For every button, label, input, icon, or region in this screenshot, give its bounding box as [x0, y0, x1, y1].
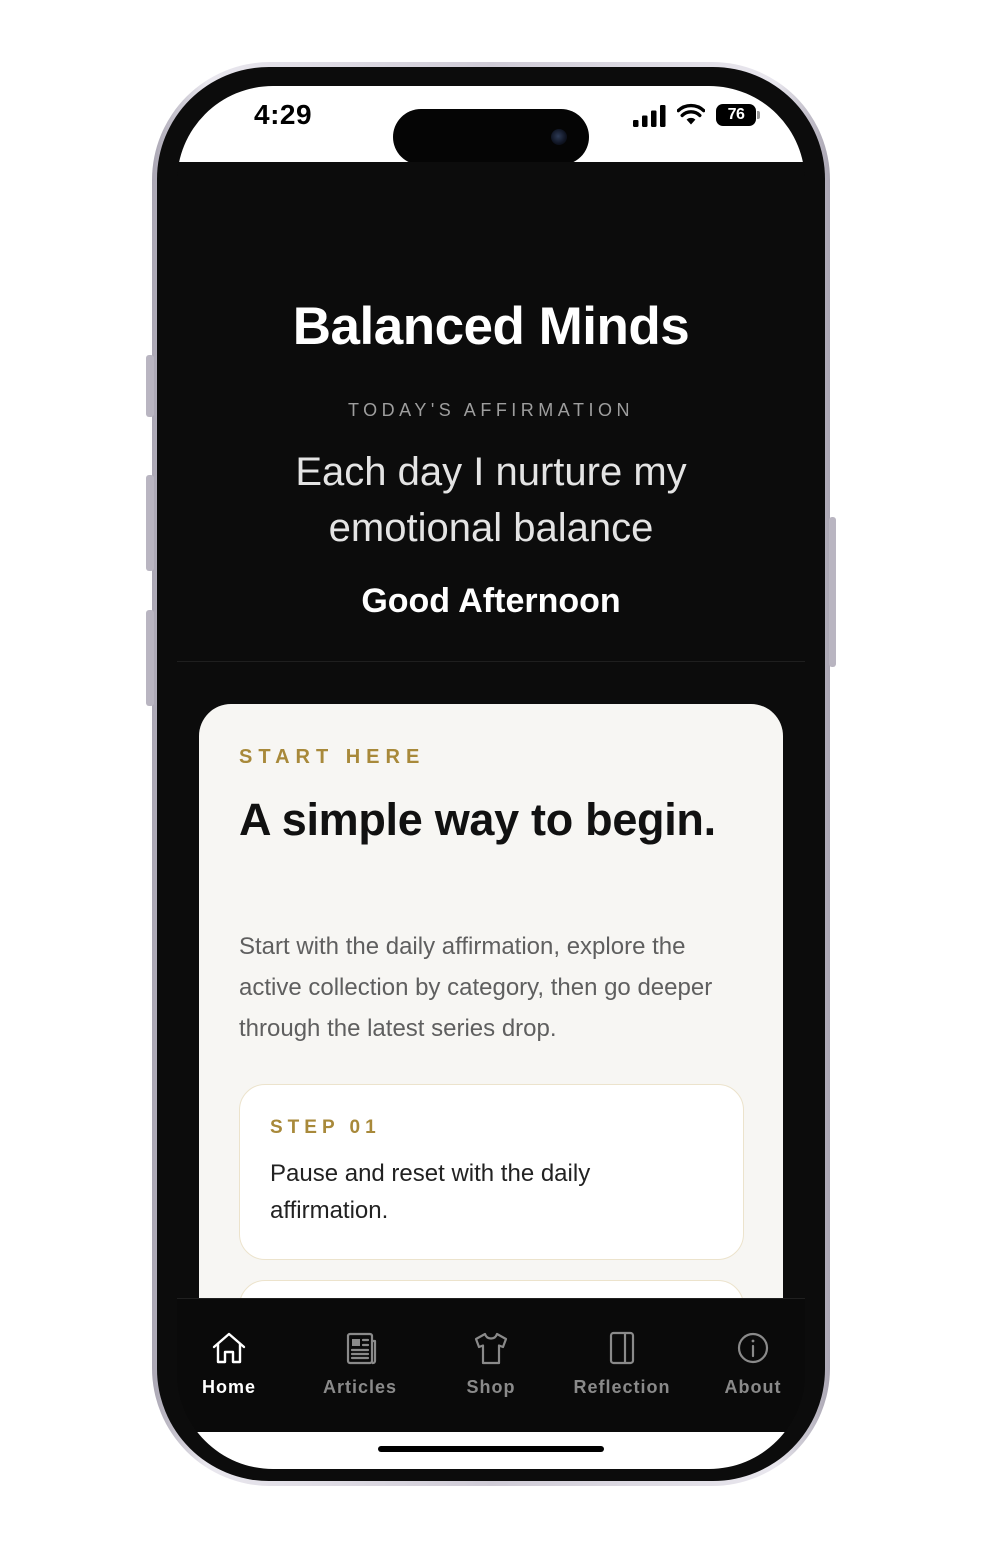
tshirt-icon — [474, 1332, 508, 1365]
app-title: Balanced Minds — [292, 297, 690, 356]
greeting-text: Good Afternoon — [361, 582, 621, 620]
newspaper-icon — [346, 1332, 377, 1365]
info-icon — [737, 1332, 769, 1364]
app-header: Balanced Minds TODAY'S AFFIRMATION Each … — [177, 162, 805, 662]
card-description: Start with the daily affirmation, explor… — [239, 933, 713, 1042]
tab-label: Shop — [466, 1377, 516, 1397]
home-indicator-area — [177, 1432, 805, 1469]
battery-cap — [757, 111, 760, 119]
tab-label: About — [724, 1377, 782, 1397]
front-camera — [551, 129, 567, 145]
tab-label: Articles — [322, 1377, 398, 1397]
tab-reflection[interactable]: Reflection — [559, 1299, 685, 1433]
affirmation-label: TODAY'S AFFIRMATION — [348, 400, 634, 420]
tab-label: Reflection — [573, 1377, 671, 1397]
journal-icon — [609, 1331, 635, 1365]
status-bar: 4:29 76 — [177, 86, 805, 165]
step-card[interactable]: STEP 01 Pause and reset with the daily a… — [239, 1084, 744, 1260]
tab-label: Home — [201, 1377, 256, 1397]
daily-affirmation: Each day I nurture my emotional balance — [295, 450, 687, 550]
tab-shop[interactable]: Shop — [428, 1299, 554, 1433]
tab-bar: Home Articles Shop Reflection About — [177, 1298, 805, 1432]
home-icon — [212, 1332, 246, 1364]
tab-about[interactable]: About — [690, 1299, 805, 1433]
action-button — [146, 355, 154, 417]
tab-home[interactable]: Home — [177, 1299, 292, 1433]
volume-down-button — [146, 610, 154, 706]
step-label: STEP 01 — [270, 1117, 381, 1138]
signal-icon — [633, 105, 666, 127]
home-indicator[interactable] — [378, 1446, 604, 1452]
wifi-icon — [677, 103, 705, 125]
app-screen: 4:29 76 Balanced Minds TODAY'S AFFIRMATI… — [177, 86, 805, 1469]
device-mockup: 4:29 76 Balanced Minds TODAY'S AFFIRMATI… — [0, 0, 982, 1562]
card-eyebrow: START HERE — [239, 746, 426, 768]
volume-up-button — [146, 475, 154, 571]
tab-articles[interactable]: Articles — [297, 1299, 423, 1433]
status-time: 4:29 — [254, 99, 313, 130]
battery-icon: 76 — [716, 104, 760, 126]
battery-level: 76 — [716, 104, 756, 126]
dynamic-island — [393, 109, 589, 165]
card-heading: A simple way to begin. — [239, 794, 716, 845]
power-button — [829, 517, 836, 667]
step-text: Pause and reset with the daily affirmati… — [270, 1160, 591, 1224]
